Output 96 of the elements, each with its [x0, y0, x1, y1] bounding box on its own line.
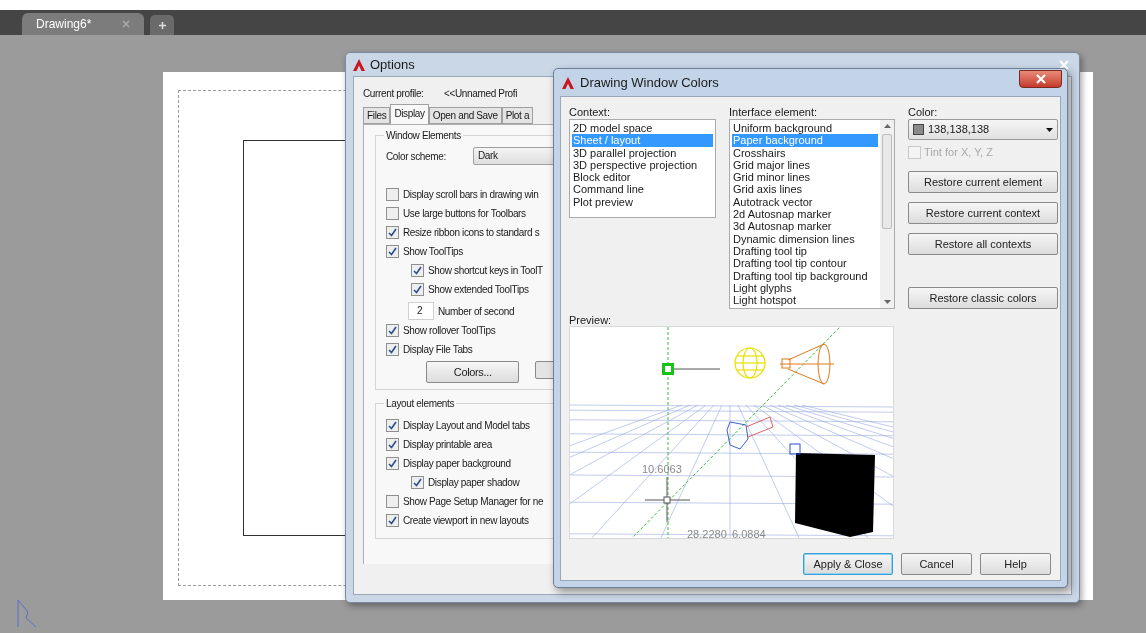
checkbox-label: Show Page Setup Manager for ne [403, 495, 544, 509]
window-title: Options [370, 55, 415, 74]
checkbox-label: Tint for X, Y, Z [924, 144, 993, 160]
checkbox[interactable] [386, 245, 399, 258]
window-title: Drawing Window Colors [580, 73, 719, 92]
grip-icon [662, 363, 721, 375]
dialog-button[interactable]: Restore all contexts [908, 233, 1058, 255]
crosshair-icon [644, 476, 691, 523]
app-logo-icon [562, 76, 574, 89]
camera-icon [726, 416, 774, 450]
tab[interactable]: Open and Save [428, 107, 502, 124]
tab[interactable]: Files [363, 107, 391, 124]
dimension-label: 10.6063 [642, 463, 682, 475]
list-item[interactable]: Plot preview [572, 195, 713, 209]
dialog-button[interactable]: Help [980, 553, 1051, 575]
list-item[interactable]: 2d Autosnap marker [732, 208, 878, 221]
group-title: Window Elements [384, 129, 463, 142]
list-item[interactable]: Autotrack vector [732, 195, 878, 209]
checkbox[interactable] [386, 419, 399, 432]
checkbox[interactable] [411, 264, 424, 277]
scroll-up-icon[interactable] [883, 124, 891, 128]
profile-name: <<Unnamed Profi [444, 86, 518, 101]
checkbox[interactable] [411, 283, 424, 296]
dialog-button[interactable]: Restore current context [908, 202, 1058, 224]
checkbox-label: Show shortcut keys in ToolT [428, 264, 543, 278]
checkbox-label: Display scroll bars in drawing win [403, 188, 539, 202]
new-tab-button[interactable] [150, 15, 174, 35]
list-item[interactable]: 3D perspective projection [572, 158, 713, 172]
checkbox[interactable] [386, 457, 399, 470]
checkbox-label: Use large buttons for Toolbars [403, 207, 526, 221]
list-item[interactable]: Drafting tool tip contour [732, 257, 878, 270]
checkbox-label: Display File Tabs [403, 343, 473, 357]
list-label: Context: [569, 105, 611, 119]
checkbox-label: Show rollover ToolTips [403, 324, 496, 338]
list-item[interactable]: 2D model space [572, 122, 713, 135]
tab[interactable]: Display [390, 104, 429, 124]
list-item[interactable]: Command line [572, 183, 713, 196]
dialog-button[interactable]: Apply & Close [803, 553, 893, 575]
checkbox[interactable] [386, 514, 399, 527]
field-label: Color: [908, 105, 939, 119]
color-swatch-icon [913, 124, 924, 135]
number-field[interactable]: 2 [408, 302, 434, 320]
checkbox-label: Resize ribbon icons to standard s [403, 226, 540, 240]
checkbox[interactable] [386, 495, 399, 508]
list-item[interactable]: Drafting tool tip [732, 244, 878, 258]
checkbox-label: Display printable area [403, 438, 493, 452]
checkbox[interactable] [386, 324, 399, 337]
list-item[interactable]: Drafting tool tip background [732, 269, 878, 282]
field-label: Color scheme: [386, 149, 447, 164]
globe-icon [734, 347, 766, 379]
list-item[interactable]: Crosshairs [732, 146, 878, 159]
close-button[interactable] [1019, 69, 1062, 88]
checkbox[interactable] [386, 343, 399, 356]
dialog-button[interactable]: Colors... [426, 361, 520, 383]
dialog-button[interactable]: Cancel [901, 553, 972, 575]
dialog-button[interactable]: Restore classic colors [908, 287, 1058, 309]
file-tab[interactable]: Drawing6* [22, 13, 144, 35]
caret-icon [1046, 127, 1053, 132]
list-item[interactable]: Light glyphs [732, 281, 878, 295]
field-label: Current profile: [363, 86, 425, 101]
checkbox-label: Show ToolTips [403, 245, 463, 259]
dimension-label: 6.0884 [732, 528, 766, 538]
checkbox[interactable] [386, 226, 399, 239]
list-item[interactable]: 3d Autosnap marker [732, 220, 878, 233]
checkbox[interactable] [386, 438, 399, 451]
list-item[interactable]: Uniform background [732, 122, 878, 135]
list-item[interactable]: Dynamic dimension lines [732, 232, 878, 245]
list-item[interactable]: 3D parallel projection [572, 146, 713, 159]
spotlight-icon [779, 343, 835, 385]
close-icon [1035, 73, 1046, 84]
scrollbar[interactable] [880, 120, 894, 308]
checkbox-label: Show extended ToolTips [428, 283, 529, 297]
checkbox[interactable] [386, 207, 399, 220]
checkbox-label: Display paper background [403, 457, 511, 471]
checkbox[interactable] [386, 188, 399, 201]
scroll-down-icon[interactable] [883, 300, 891, 304]
list-label: Interface element: [729, 105, 819, 119]
preview-label: Preview: [569, 313, 613, 326]
dimension-label: 28.2280 [687, 528, 727, 538]
color-dropdown[interactable]: 138,138,138 [908, 119, 1058, 140]
list-item[interactable]: Grid minor lines [732, 171, 878, 184]
checkbox-label: Display paper shadow [428, 476, 520, 490]
plus-icon [157, 20, 167, 30]
ucs-icon [16, 598, 38, 628]
app-logo-icon [353, 58, 365, 71]
list-item[interactable]: Grid axis lines [732, 183, 878, 196]
group-title: Layout elements [384, 397, 457, 410]
list-item[interactable]: Grid major lines [732, 158, 878, 172]
checkbox-label: Display Layout and Model tabs [403, 419, 530, 433]
checkbox[interactable] [411, 476, 424, 489]
list-item[interactable]: Block editor [572, 171, 713, 184]
field-label: Number of second [438, 304, 515, 319]
checkbox-label: Create viewport in new layouts [403, 514, 529, 528]
tab[interactable]: Plot a [501, 107, 534, 124]
list-item[interactable]: Light hotspot [732, 294, 878, 307]
dialog-button[interactable]: Restore current element [908, 171, 1058, 193]
